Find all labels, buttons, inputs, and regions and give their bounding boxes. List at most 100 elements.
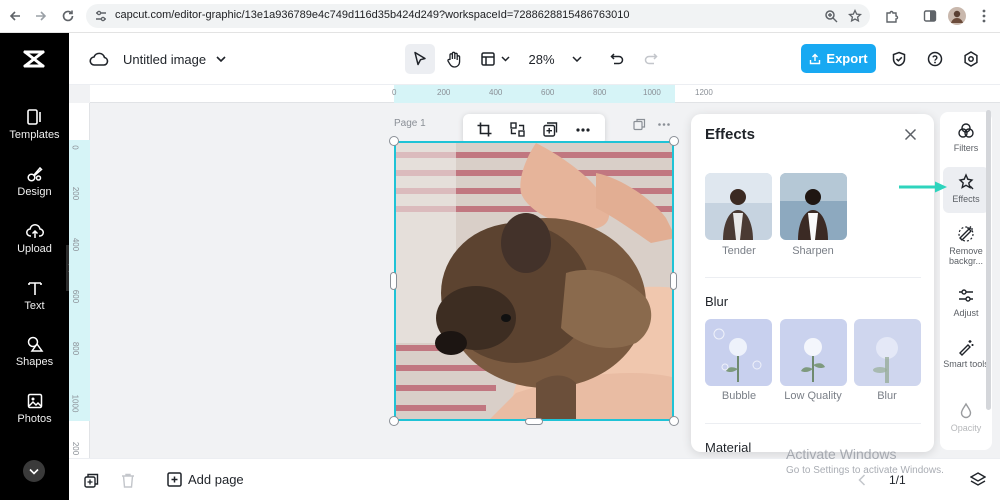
tool-opacity[interactable]: Opacity bbox=[943, 402, 989, 433]
effect-label: Low Quality bbox=[784, 390, 842, 402]
sidebar-item-label: Text bbox=[24, 300, 45, 312]
effect-thumbnail-tender[interactable] bbox=[705, 173, 772, 240]
tool-adjust[interactable]: Adjust bbox=[943, 287, 989, 318]
rose-photo bbox=[705, 319, 772, 386]
opacity-icon bbox=[943, 402, 989, 420]
sidebar-item-label: Design bbox=[17, 186, 52, 198]
sidebar-item-upload[interactable]: Upload bbox=[0, 222, 69, 272]
more-options-icon[interactable] bbox=[576, 128, 590, 132]
resize-handle[interactable] bbox=[390, 272, 397, 290]
resize-handle[interactable] bbox=[389, 136, 399, 146]
design-icon bbox=[0, 165, 69, 183]
profile-avatar[interactable] bbox=[948, 7, 966, 25]
chevron-down-icon bbox=[500, 56, 510, 62]
layers-icon bbox=[970, 472, 986, 486]
layout-icon bbox=[480, 52, 495, 66]
cloud-save-icon[interactable] bbox=[89, 44, 109, 74]
sidebar-item-shapes[interactable]: Shapes bbox=[0, 335, 69, 385]
bookmark-star-icon[interactable] bbox=[848, 9, 862, 23]
duplicate-page-button[interactable] bbox=[84, 473, 99, 488]
more-apps-button[interactable] bbox=[23, 460, 45, 482]
ruler-label: 400 bbox=[71, 237, 81, 252]
add-page-label: Add page bbox=[188, 472, 244, 487]
help-button[interactable] bbox=[925, 44, 945, 74]
resize-handle[interactable] bbox=[669, 416, 679, 426]
effect-thumbnail-low-quality[interactable] bbox=[780, 319, 847, 386]
resize-handle[interactable] bbox=[669, 136, 679, 146]
add-page-button[interactable]: Add page bbox=[167, 472, 244, 487]
undo-button[interactable] bbox=[607, 44, 627, 74]
sidebar-item-design[interactable]: Design bbox=[0, 165, 69, 215]
duplicate-page-icon[interactable] bbox=[633, 118, 646, 131]
editor-toolbar: Untitled image 28% Export bbox=[69, 33, 1000, 85]
resize-handle[interactable] bbox=[670, 272, 677, 290]
tool-label: Opacity bbox=[950, 423, 982, 433]
effect-thumbnail-bubble[interactable] bbox=[705, 319, 772, 386]
resize-handle[interactable] bbox=[389, 416, 399, 426]
hand-tool-button[interactable] bbox=[439, 44, 469, 74]
capcut-logo[interactable] bbox=[22, 48, 46, 70]
resize-handle[interactable] bbox=[525, 418, 543, 425]
effects-panel: Effects Tender Sharpen Blur Bubble Low Q… bbox=[691, 114, 934, 452]
help-icon bbox=[927, 51, 943, 67]
file-title-dropdown[interactable]: Untitled image bbox=[123, 44, 226, 74]
chevron-down-icon bbox=[216, 56, 226, 62]
select-tool-button[interactable] bbox=[405, 44, 435, 74]
divider bbox=[705, 277, 921, 278]
delete-page-button[interactable] bbox=[121, 473, 135, 488]
left-sidebar: Templates Design Upload Text Shapes Phot… bbox=[0, 33, 75, 500]
address-bar[interactable]: capcut.com/editor-graphic/13e1a936789e4c… bbox=[86, 4, 870, 28]
effect-label: Bubble bbox=[721, 390, 757, 402]
sidebar-item-templates[interactable]: Templates bbox=[0, 108, 69, 158]
back-icon[interactable] bbox=[6, 7, 24, 25]
ruler-label: 1200 bbox=[695, 88, 713, 97]
shield-button[interactable] bbox=[889, 44, 909, 74]
page-label: Page 1 bbox=[394, 118, 426, 129]
canvas-image[interactable] bbox=[394, 141, 674, 421]
panel-title: Effects bbox=[705, 126, 756, 143]
redo-button[interactable] bbox=[641, 44, 661, 74]
zoom-dropdown[interactable]: 28% bbox=[527, 44, 583, 74]
extensions-icon[interactable] bbox=[883, 7, 901, 25]
effect-thumbnail-blur[interactable] bbox=[854, 319, 921, 386]
tool-remove-background[interactable]: Remove backgr... bbox=[943, 225, 989, 266]
sidebar-item-text[interactable]: Text bbox=[0, 279, 69, 329]
sidebar-item-photos[interactable]: Photos bbox=[0, 392, 69, 442]
layout-dropdown[interactable] bbox=[477, 44, 513, 74]
tool-filters[interactable]: Filters bbox=[943, 122, 989, 153]
photos-icon bbox=[0, 392, 69, 410]
watermark-title: Activate Windows bbox=[786, 446, 897, 462]
browser-menu-icon[interactable] bbox=[975, 7, 993, 25]
close-icon[interactable] bbox=[904, 128, 917, 141]
puppy-photo bbox=[396, 143, 672, 419]
remove-background-icon bbox=[943, 225, 989, 243]
tool-smart-tools[interactable]: Smart tools bbox=[943, 338, 989, 369]
ruler-label: 200 bbox=[71, 186, 81, 201]
reload-icon[interactable] bbox=[59, 7, 77, 25]
settings-button[interactable] bbox=[961, 44, 981, 74]
side-panel-icon[interactable] bbox=[921, 7, 939, 25]
templates-icon bbox=[0, 108, 69, 126]
page-more-icon[interactable] bbox=[658, 123, 670, 126]
export-button[interactable]: Export bbox=[801, 44, 876, 73]
shapes-icon bbox=[0, 335, 69, 353]
tool-effects[interactable]: Effects bbox=[943, 167, 989, 213]
flip-icon[interactable] bbox=[510, 122, 525, 137]
export-icon bbox=[809, 53, 821, 65]
site-info-icon[interactable] bbox=[95, 10, 107, 22]
ruler-label: 200 bbox=[71, 441, 81, 456]
windows-watermark: Activate Windows Go to Settings to activ… bbox=[786, 446, 944, 476]
ruler-label: 0 bbox=[70, 145, 80, 150]
forward-icon[interactable] bbox=[32, 7, 50, 25]
crop-icon[interactable] bbox=[477, 122, 492, 137]
effects-icon bbox=[943, 173, 989, 191]
layers-button[interactable] bbox=[970, 472, 986, 486]
ruler-label: 800 bbox=[71, 341, 81, 356]
filters-icon bbox=[943, 122, 989, 140]
replace-image-icon[interactable] bbox=[543, 122, 558, 137]
vertical-ruler: 0 200 400 600 800 1000 200 bbox=[69, 103, 90, 458]
effect-thumbnail-sharpen[interactable] bbox=[780, 173, 847, 240]
hand-icon bbox=[446, 51, 462, 68]
zoom-icon[interactable] bbox=[824, 9, 838, 23]
tools-scrollbar[interactable] bbox=[986, 110, 991, 410]
